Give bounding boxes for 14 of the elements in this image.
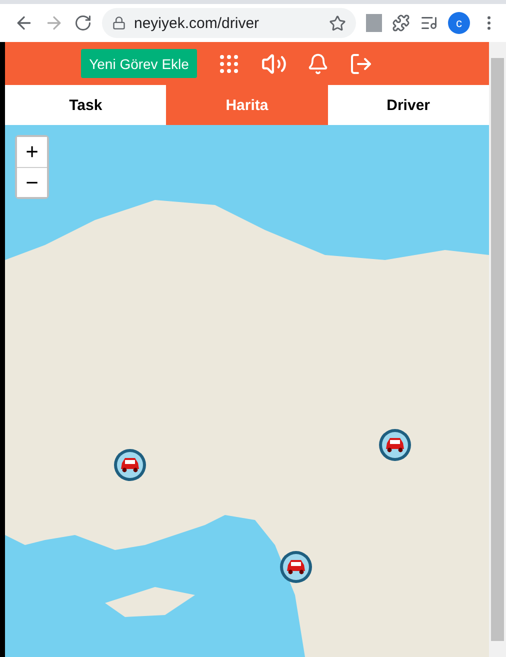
bell-icon[interactable]	[306, 52, 329, 74]
url-text: neyiyek.com/driver	[134, 14, 260, 32]
logout-icon[interactable]	[348, 52, 373, 76]
reload-icon[interactable]	[74, 14, 92, 32]
zoom-out-button[interactable]: −	[17, 167, 47, 197]
star-icon[interactable]	[329, 14, 346, 32]
address-bar[interactable]: neyiyek.com/driver	[102, 8, 356, 38]
lock-icon	[112, 16, 126, 30]
car-marker-icon[interactable]	[113, 448, 147, 482]
car-marker-icon[interactable]	[279, 550, 313, 584]
media-list-icon[interactable]	[420, 14, 438, 32]
car-marker-icon[interactable]	[378, 428, 412, 462]
profile-avatar[interactable]: c	[448, 12, 470, 34]
puzzle-icon[interactable]	[392, 14, 410, 32]
